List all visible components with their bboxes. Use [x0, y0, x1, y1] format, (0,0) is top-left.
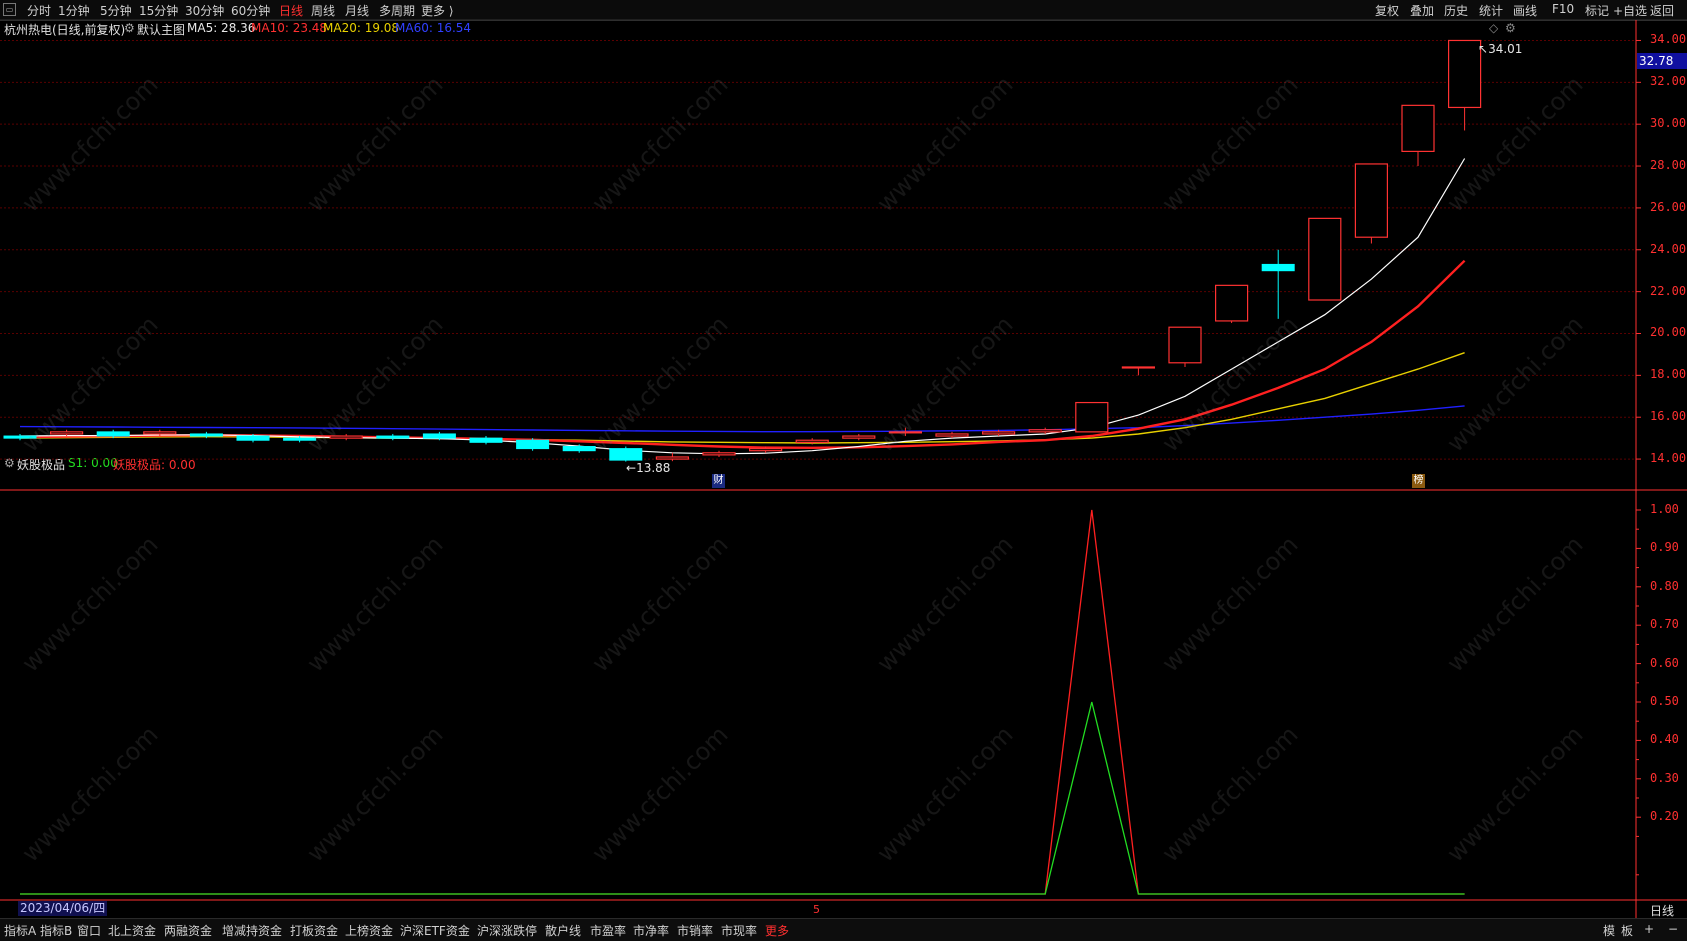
bottom-tab-6[interactable]: 打板资金 — [290, 922, 338, 939]
price-tick-label-3: 28.00 — [1650, 158, 1687, 173]
indicator-line-1 — [20, 701, 1465, 895]
bottom-tab-2[interactable]: 窗口 — [77, 922, 101, 939]
candle-body-31 — [1447, 39, 1482, 109]
high-price-value: 34.01 — [1488, 42, 1523, 56]
candle-body-9 — [422, 433, 456, 439]
price-tick-label-10: 14.00 — [1650, 451, 1687, 466]
candle-body-13 — [609, 448, 643, 461]
candle-body-6 — [283, 437, 317, 441]
bottom-tab-13[interactable]: 市销率 — [677, 922, 713, 939]
price-tick-label-5: 24.00 — [1650, 241, 1687, 256]
bottom-tab-10[interactable]: 散户线 — [545, 922, 581, 939]
bottom-right-btn-1[interactable]: 板 — [1621, 922, 1633, 939]
low-price-value: 13.88 — [636, 461, 671, 475]
price-tick-label-0: 34.00 — [1650, 32, 1687, 47]
month-marker: 5 — [813, 903, 820, 916]
price-tick-label-7: 20.00 — [1650, 325, 1687, 340]
candle-body-11 — [516, 439, 550, 450]
sub-tick-label-8: 0.20 — [1650, 809, 1679, 824]
candle-body-0 — [3, 435, 37, 439]
candle-body-17 — [795, 439, 829, 443]
bottom-tab-4[interactable]: 两融资金 — [164, 922, 212, 939]
candle-body-7 — [329, 435, 363, 439]
candle-body-18 — [842, 435, 876, 439]
bottom-right-btn-0[interactable]: 模 — [1603, 922, 1615, 939]
candle-body-8 — [376, 435, 410, 439]
ranking-badge[interactable]: 榜 — [1412, 474, 1425, 488]
indicator-tabs-bar: 指标A 指标B 窗口 北上资金 两融资金 增减持资金 打板资金 上榜资金 沪深ETF资金 沪深涨跌… — [0, 918, 1687, 941]
candle-body-21 — [981, 431, 1016, 435]
price-tick-label-9: 16.00 — [1650, 409, 1687, 424]
sub-tick-label-5: 0.50 — [1650, 694, 1679, 708]
bottom-tab-14[interactable]: 市现率 — [721, 922, 757, 939]
candle-body-29 — [1354, 163, 1389, 238]
candle-body-25 — [1168, 326, 1202, 364]
candle-body-15 — [702, 452, 736, 456]
sub-tick-label-7: 0.30 — [1650, 770, 1679, 785]
sub-tick-label-2: 0.80 — [1650, 578, 1679, 593]
indicator-line-0 — [20, 509, 1465, 895]
candle-body-5 — [236, 435, 270, 441]
bottom-tab-15[interactable]: 更多 — [765, 922, 789, 939]
sub-tick-label-4: 0.60 — [1650, 655, 1679, 670]
candle-body-24 — [1121, 366, 1156, 369]
kline-chart[interactable] — [0, 0, 1687, 918]
candle-body-28 — [1308, 217, 1342, 301]
bottom-tab-5[interactable]: 增减持资金 — [222, 922, 282, 939]
candle-body-22 — [1028, 429, 1062, 433]
period-indicator[interactable]: 日线 — [1650, 902, 1674, 919]
bottom-tab-9[interactable]: 沪深涨跌停 — [477, 922, 537, 939]
price-tick-label-8: 18.00 — [1650, 367, 1687, 382]
candle-body-2 — [96, 431, 130, 437]
bottom-right-btn-3[interactable]: − — [1668, 922, 1678, 936]
candle-body-19 — [888, 431, 923, 434]
candle-body-30 — [1401, 104, 1435, 152]
bottom-tab-11[interactable]: 市盈率 — [590, 922, 626, 939]
low-price-label: ←13.88 — [626, 461, 671, 475]
current-price-tag: 32.78 — [1637, 53, 1687, 69]
high-price-label: ↖34.01 — [1478, 42, 1523, 56]
bottom-tab-3[interactable]: 北上资金 — [108, 922, 156, 939]
bottom-right-btn-2[interactable]: + — [1644, 922, 1654, 936]
candle-body-26 — [1214, 284, 1249, 322]
candle-body-10 — [469, 437, 503, 443]
candle-body-16 — [748, 448, 783, 452]
bottom-tab-12[interactable]: 市净率 — [633, 922, 669, 939]
candle-body-3 — [143, 431, 177, 435]
candle-body-23 — [1075, 401, 1109, 433]
candle-body-4 — [189, 433, 223, 437]
sub-tick-label-0: 1.00 — [1650, 502, 1679, 516]
candle-body-27 — [1261, 263, 1295, 272]
candle-body-1 — [49, 431, 84, 435]
sub-tick-label-3: 0.70 — [1650, 617, 1679, 632]
sub-tick-label-6: 0.40 — [1650, 732, 1679, 747]
finance-badge[interactable]: 财 — [712, 474, 725, 488]
bottom-tab-0[interactable]: 指标A — [4, 922, 36, 939]
bottom-tab-8[interactable]: 沪深ETF资金 — [400, 922, 470, 939]
bottom-tab-1[interactable]: 指标B — [40, 922, 72, 939]
ma60-line — [19, 405, 1465, 433]
bottom-tab-7[interactable]: 上榜资金 — [345, 922, 393, 939]
candle-body-20 — [935, 433, 969, 437]
price-tick-label-1: 32.00 — [1650, 74, 1687, 89]
price-tick-label-2: 30.00 — [1650, 116, 1687, 131]
candle-body-12 — [562, 446, 596, 452]
price-tick-label-4: 26.00 — [1650, 199, 1687, 214]
candle-body-14 — [655, 456, 690, 460]
sub-tick-label-1: 0.90 — [1650, 540, 1679, 555]
cursor-date-label: 2023/04/06/四 — [18, 901, 108, 916]
price-tick-label-6: 22.00 — [1650, 283, 1687, 298]
